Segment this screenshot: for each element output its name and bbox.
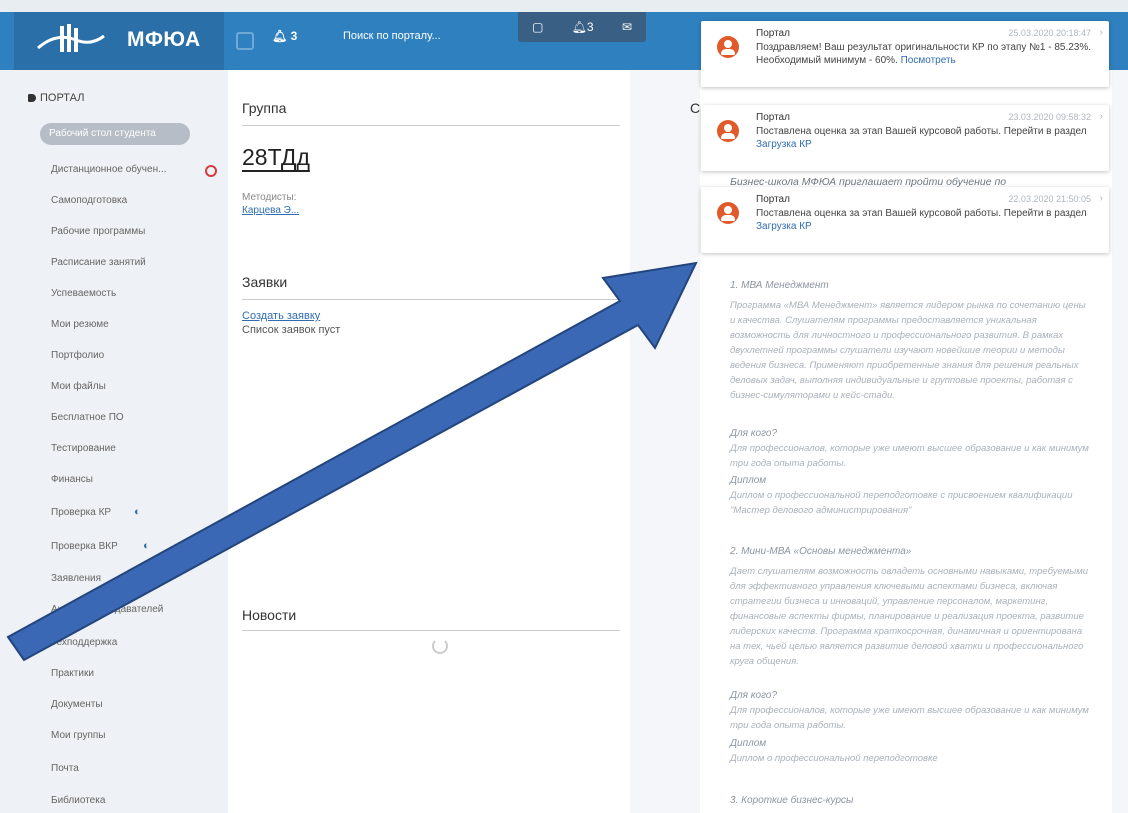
sidebar-item[interactable]: Техподдержка — [51, 637, 117, 648]
section-label: Диплом — [730, 475, 767, 486]
news-title: Новости — [242, 607, 297, 623]
sidebar-item[interactable]: Самоподготовка — [51, 195, 127, 206]
section-text: Для профессионалов, которые уже имеют вы… — [730, 705, 1089, 731]
sidebar-item[interactable]: Успеваемость — [51, 288, 116, 299]
group-code: 28ТДд — [242, 144, 310, 170]
section-label: Диплом — [730, 738, 767, 749]
section-text: Для профессионалов, которые уже имеют вы… — [730, 443, 1089, 469]
notification-card[interactable]: Портал 23.03.2020 09:58:32 › Поставлена … — [701, 105, 1109, 171]
create-request-label[interactable]: Создать заявку — [242, 310, 320, 322]
sidebar-item[interactable]: Анкеты преподавателей — [51, 604, 163, 615]
close-icon[interactable]: › — [1100, 27, 1103, 38]
user-avatar-icon — [717, 120, 739, 142]
logo[interactable]: МФЮА — [14, 12, 224, 70]
notification-card[interactable]: Портал 22.03.2020 21:50:05 › Поставлена … — [701, 187, 1109, 253]
sidebar-item[interactable]: Заявления — [51, 573, 101, 584]
notification-text: Поставлена оценка за этап Вашей курсовой… — [756, 208, 1087, 219]
create-request-link[interactable]: Создать заявку — [242, 310, 320, 322]
section-text: Диплом о профессиональной переподготовке — [730, 753, 938, 764]
chat-icon[interactable]: ▢ — [532, 20, 543, 34]
section-text: Диплом о профессиональной переподготовке… — [730, 490, 1073, 516]
tools-bell-count: 3 — [586, 20, 594, 34]
section-text: Дает слушателям возможность овладеть осн… — [730, 566, 1088, 667]
sidebar-item[interactable]: Тестирование — [51, 443, 116, 454]
sidebar-item[interactable]: Проверка ВКР — [51, 541, 118, 552]
loading-spinner-icon — [432, 638, 448, 654]
notifications-button[interactable]: 🔔︎ 3 — [272, 29, 297, 43]
alert-badge-icon — [205, 165, 217, 177]
close-icon[interactable]: › — [1100, 111, 1103, 122]
main-column: Группа 28ТДд Методисты: Карцева Э... Зая… — [228, 70, 630, 813]
notification-link[interactable]: Посмотреть — [901, 55, 956, 66]
sidebar-item[interactable]: Мои резюме — [51, 319, 109, 330]
notification-card[interactable]: Портал 25.03.2020 20:18:47 › Поздравляем… — [701, 21, 1109, 87]
sidebar-item[interactable]: Бесплатное ПО — [51, 412, 124, 423]
notification-date: 22.03.2020 21:50:05 — [1008, 194, 1091, 204]
shield-icon: ◐ — [134, 506, 141, 518]
right-title-fragment: С — [690, 100, 701, 116]
methodist-name[interactable]: Карцева Э... — [242, 205, 299, 216]
divider — [242, 630, 620, 631]
notification-link[interactable]: Загрузка КР — [756, 139, 812, 150]
sidebar-item[interactable]: Почта — [51, 763, 79, 774]
requests-title: Заявки — [242, 274, 288, 290]
notification-body: Поставлена оценка за этап Вашей курсовой… — [756, 125, 1096, 151]
notification-link[interactable]: Загрузка КР — [756, 221, 812, 232]
divider — [242, 125, 620, 126]
sidebar-item[interactable]: Портфолио — [51, 350, 104, 361]
notification-body: Поставлена оценка за этап Вашей курсовой… — [756, 207, 1096, 233]
bell-icon: 🔔︎ — [571, 20, 587, 34]
section-label: Для кого? — [730, 690, 778, 701]
user-avatar-icon — [717, 36, 739, 58]
sidebar-item[interactable]: Практики — [51, 668, 94, 679]
logo-mark-icon — [37, 24, 105, 52]
toolbar: ▢ 🔔︎3 ✉ — [518, 12, 646, 42]
search-input[interactable]: Поиск по порталу... — [343, 30, 441, 42]
portal-icon — [28, 94, 36, 102]
sidebar-title: ПОРТАЛ — [28, 92, 85, 104]
menu-toggle-icon[interactable] — [236, 32, 254, 50]
section-title: 1. МВА Менеджмент — [730, 280, 829, 291]
bell-icon: 🔔︎ — [272, 29, 288, 43]
sidebar-item[interactable]: Расписание занятий — [51, 257, 146, 268]
sidebar-item[interactable]: Дистанционное обучен... — [51, 164, 166, 175]
sidebar-item[interactable]: Финансы — [51, 474, 93, 485]
divider — [242, 299, 620, 300]
notification-title: Портал — [756, 112, 790, 123]
sidebar-item[interactable]: Мои файлы — [51, 381, 106, 392]
notification-title: Портал — [756, 194, 790, 205]
tools-bell-button[interactable]: 🔔︎3 — [572, 20, 594, 34]
sidebar-item[interactable]: Проверка КР — [51, 507, 111, 518]
sidebar-item-active[interactable]: Рабочий стол студента — [40, 123, 190, 145]
sidebar-item[interactable]: Рабочие программы — [51, 226, 145, 237]
notification-body: Поздравляем! Ваш результат оригинальност… — [756, 41, 1096, 67]
bell-count: 3 — [290, 29, 298, 43]
logo-text: МФЮА — [127, 28, 201, 51]
close-icon[interactable]: › — [1100, 193, 1103, 204]
right-column: С Бизнес-школа МФЮА приглашает пройти об… — [690, 70, 1112, 813]
sidebar-item[interactable]: Мои группы — [51, 730, 105, 741]
section-text: Программа «МВА Менеджмент» является лиде… — [730, 300, 1086, 401]
notification-text: Поставлена оценка за этап Вашей курсовой… — [756, 126, 1087, 137]
sidebar-item[interactable]: Библиотека — [51, 795, 105, 806]
section-title: 3. Короткие бизнес-курсы — [730, 795, 854, 806]
notification-date: 23.03.2020 09:58:32 — [1008, 112, 1091, 122]
sidebar-title-text: ПОРТАЛ — [40, 92, 85, 104]
group-title: Группа — [242, 100, 287, 116]
mail-icon[interactable]: ✉ — [622, 20, 632, 34]
user-avatar-icon — [717, 202, 739, 224]
methodists-label: Методисты: — [242, 192, 297, 203]
sidebar-item[interactable]: Документы — [51, 699, 103, 710]
notification-title: Портал — [756, 28, 790, 39]
section-label: Для кого? — [730, 428, 778, 439]
shield-icon: ◐ — [143, 540, 150, 552]
methodist-link[interactable]: Карцева Э... — [242, 205, 299, 216]
notification-date: 25.03.2020 20:18:47 — [1008, 28, 1091, 38]
sidebar: ПОРТАЛ Рабочий стол студента Дистанционн… — [0, 70, 228, 813]
section-title: 2. Мини-МВА «Основы менеджмента» — [730, 546, 912, 557]
requests-empty-text: Список заявок пуст — [242, 324, 341, 336]
